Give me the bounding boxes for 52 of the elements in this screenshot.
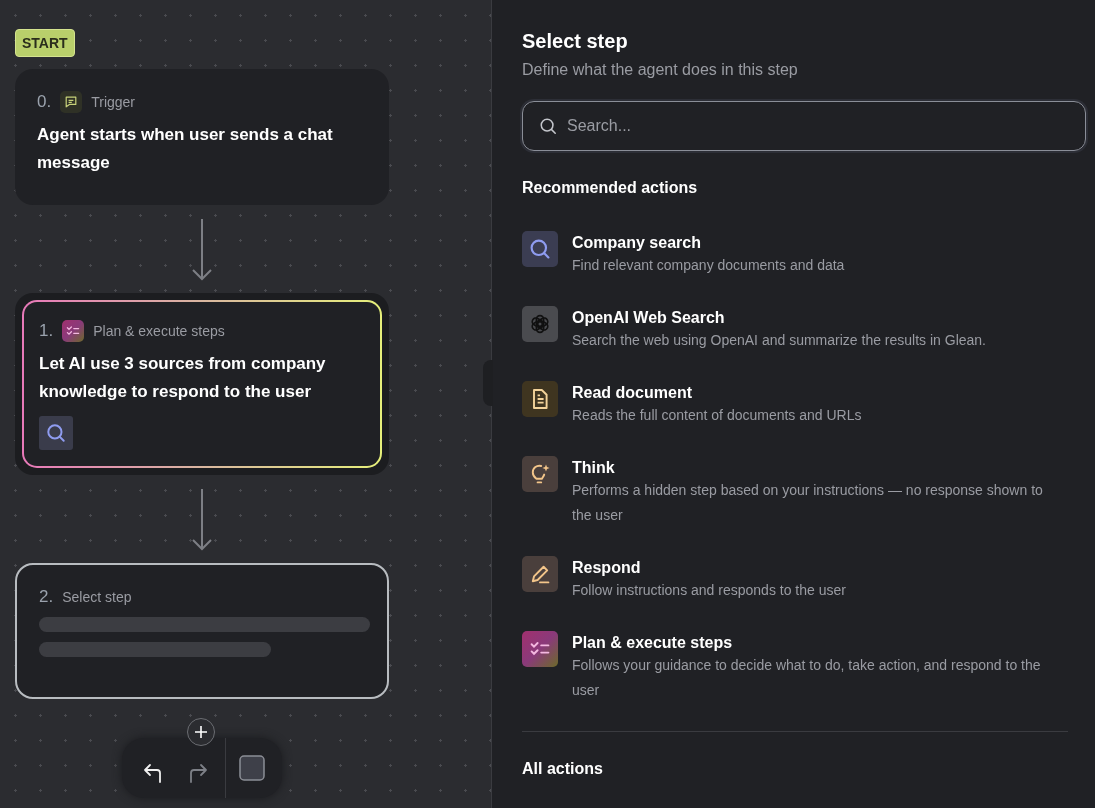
- add-step-button[interactable]: [187, 718, 215, 746]
- action-title: OpenAI Web Search: [572, 309, 726, 327]
- action-title: Think: [572, 459, 616, 477]
- connector-arrow: [192, 219, 212, 281]
- step-description: Agent starts when user sends a chat message: [37, 124, 334, 174]
- action-title: Plan & execute steps: [572, 634, 734, 652]
- step-type-label: Trigger: [91, 94, 135, 110]
- pencil-icon: [522, 556, 558, 592]
- step-type-label: Select step: [62, 589, 132, 605]
- document-icon: [522, 381, 558, 417]
- action-title: Read document: [572, 384, 693, 402]
- lightbulb-icon: [522, 456, 558, 492]
- panel-title: Select step: [522, 30, 629, 53]
- section-heading: All actions: [522, 760, 604, 778]
- action-item[interactable]: Company search Find relevant company documents and data: [522, 231, 1047, 278]
- action-description: Find relevant company documents and data: [572, 256, 845, 275]
- search-icon: [45, 422, 67, 444]
- action-description: Performs a hidden step based on your instructions — no response shown to the user: [572, 481, 1044, 525]
- action-description: Reads the full content of documents and URLs: [572, 406, 862, 425]
- step-number: 0.: [37, 92, 52, 112]
- connector-arrow: [192, 489, 212, 551]
- checklist-icon: [62, 320, 85, 342]
- action-description: Follow instructions and responds to the user: [572, 581, 846, 600]
- step-number: 1.: [39, 321, 54, 341]
- action-item[interactable]: Plan & execute steps Follows your guidance to decide what to do, take action, and respond to the user: [522, 631, 1047, 703]
- panel-subtitle: Define what the agent does in this step: [522, 61, 799, 79]
- action-description: Search the web using OpenAI and summarize the results in Glean.: [572, 331, 986, 350]
- step-type-label: Plan & execute steps: [93, 323, 225, 339]
- action-item[interactable]: Think Performs a hidden step based on your instructions — no response shown to the user: [522, 456, 1047, 528]
- plus-icon: [195, 726, 207, 738]
- step-card[interactable]: 1. Plan & execute steps Let AI use 3 sources from company knowledge to respond to the user: [22, 300, 382, 468]
- action-item[interactable]: OpenAI Web Search Search the web using OpenAI and summarize the results in Glean.: [522, 306, 1047, 353]
- checklist-icon: [522, 631, 558, 667]
- square-icon: [239, 755, 265, 781]
- step-number: 2.: [39, 587, 54, 607]
- chat-icon: [60, 91, 83, 113]
- step-description: Let AI use 3 sources from company knowledge to respond to the user: [39, 353, 327, 403]
- step-card[interactable]: 2. Select step: [15, 563, 389, 699]
- search-icon: [539, 117, 557, 135]
- knot-icon: [522, 306, 558, 342]
- action-title: Company search: [572, 234, 702, 252]
- step-card[interactable]: 0. Trigger Agent starts when user sends a chat message: [15, 69, 389, 205]
- start-badge: START: [15, 29, 75, 57]
- panel-resize-handle[interactable]: [483, 360, 493, 406]
- search-field[interactable]: Search...: [522, 101, 1086, 151]
- action-item[interactable]: Read document Reads the full content of documents and URLs: [522, 381, 1047, 428]
- tool-chip[interactable]: [39, 416, 73, 450]
- action-description: Follows your guidance to decide what to do, take action, and respond to the user: [572, 656, 1042, 700]
- action-title: Respond: [572, 559, 642, 577]
- section-heading: Recommended actions: [522, 179, 699, 197]
- search-icon: [522, 231, 558, 267]
- action-item[interactable]: Respond Follow instructions and responds to the user: [522, 556, 1047, 603]
